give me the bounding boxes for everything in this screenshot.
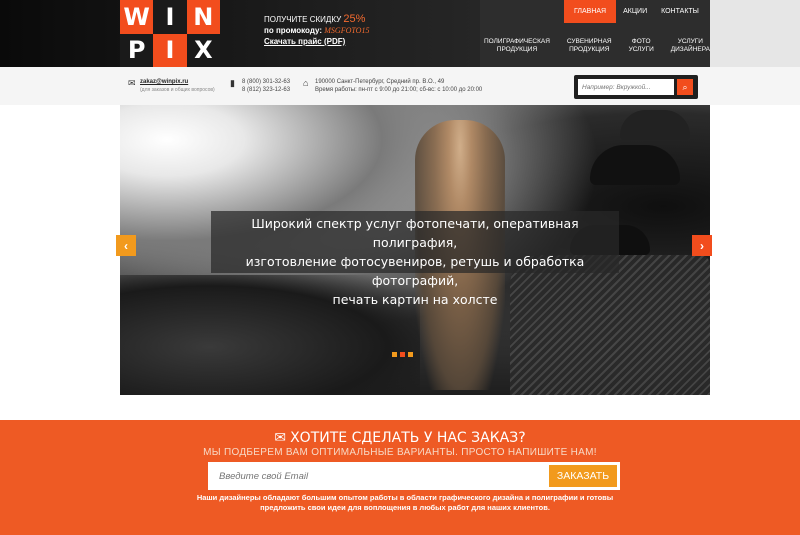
phone-icon: ▮ [230,78,235,88]
search-box: ⌕ [574,75,698,99]
email-note: (для заказов и общих вопросов) [140,86,215,93]
contact-email: ✉ zakaz@winpix.ru (для заказов и общих в… [128,79,215,94]
nav-souvenirs[interactable]: СУВЕНИРНАЯ ПРОДУКЦИЯ [567,38,612,54]
phone-2[interactable]: 8 (812) 323-12-63 [242,87,290,95]
search-button[interactable]: ⌕ [677,79,693,95]
nav-label: УСЛУГИ [628,46,654,53]
promo-code-line: по промокоду: MSGFOTO15 [264,25,369,36]
chevron-right-icon: › [700,238,704,253]
nav-photo-services[interactable]: ФОТО УСЛУГИ [629,38,654,54]
slider-prev-button[interactable]: ‹ [116,235,136,256]
logo-letter: P [120,33,154,67]
logo-letter: I [153,0,187,34]
nav-label: СУВЕНИРНАЯ [566,38,612,45]
promo-percent: 25% [343,13,366,25]
nav-label: ДИЗАЙНЕРА [670,46,710,53]
order-note-line: Наши дизайнеры обладают большим опытом р… [196,493,614,502]
phone-1[interactable]: 8 (800) 301-32-63 [242,79,290,87]
services-nav: ПОЛИГРАФИЧЕСКАЯ ПРОДУКЦИЯ СУВЕНИРНАЯ ПРО… [484,38,710,54]
location-icon: ⌂ [303,78,309,88]
price-download-link[interactable]: Скачать прайс (PDF) [264,36,369,47]
promo-text: ПОЛУЧИТЕ СКИДКУ [264,15,342,24]
nav-contacts[interactable]: КОНТАКТЫ [654,0,706,23]
nav-label: ПОЛИГРАФИЧЕСКАЯ [484,38,550,45]
order-form: ЗАКАЗАТЬ [208,462,620,490]
slider-dot[interactable] [408,352,413,357]
logo-letter: X [186,33,220,67]
slider-dots [392,352,413,357]
top-nav: ГЛАВНАЯ АКЦИИ КОНТАКТЫ [564,0,706,23]
order-subtitle: МЫ ПОДБЕРЕМ ВАМ ОПТИМАЛЬНЫЕ ВАРИАНТЫ. ПР… [203,447,597,458]
contact-address: ⌂ 190000 Санкт-Петербург, Средний пр. В.… [303,79,483,94]
nav-label: ФОТО [631,38,651,45]
nav-polygraphy[interactable]: ПОЛИГРАФИЧЕСКАЯ ПРОДУКЦИЯ [484,38,550,54]
chevron-left-icon: ‹ [124,238,128,253]
slider-dot[interactable] [392,352,397,357]
nav-design-services[interactable]: УСЛУГИ ДИЗАЙНЕРА [671,38,710,54]
logo-letter: W [120,0,154,34]
order-submit-button[interactable]: ЗАКАЗАТЬ [549,465,617,487]
address-text: 190000 Санкт-Петербург, Средний пр. В.О.… [315,79,445,85]
envelope-icon: ✉ [128,78,136,88]
nav-label: ПРОДУКЦИЯ [569,46,610,53]
header-left-bg [0,0,480,67]
hero-image-hat [590,145,680,185]
caption-line: печать картин на холсте [332,292,498,307]
order-title: ✉ ХОТИТЕ СДЕЛАТЬ У НАС ЗАКАЗ? [0,430,800,446]
logo-letter: N [186,0,220,34]
header-right-strip [710,0,800,67]
slider-next-button[interactable]: › [692,235,712,256]
search-icon: ⌕ [682,81,688,92]
promo-code: MSGFOTO15 [324,26,370,35]
nav-label: ПРОДУКЦИЯ [496,46,538,53]
caption-line: Широкий спектр услуг фотопечати, операти… [251,216,579,250]
hero-image-hat [620,110,690,140]
logo[interactable]: W I N P I X [120,0,220,67]
order-note: Наши дизайнеры обладают большим опытом р… [180,493,630,513]
search-input[interactable] [578,79,674,95]
order-note-line: предложить свои идеи для воплощения в лю… [260,503,550,512]
logo-letter: I [153,33,187,67]
promo-code-label: по промокоду: [264,26,323,35]
contact-phones: ▮ 8 (800) 301-32-63 8 (812) 323-12-63 [230,79,290,95]
hours-text: Время работы: пн-пт с 9:00 до 21:00; сб-… [315,86,483,93]
email-link[interactable]: zakaz@winpix.ru [140,79,215,87]
email-field[interactable] [211,465,549,487]
order-title-text: ХОТИТЕ СДЕЛАТЬ У НАС ЗАКАЗ? [290,430,526,446]
slider-dot-active[interactable] [400,352,405,357]
promo-discount-line: ПОЛУЧИТЕ СКИДКУ 25% [264,14,369,25]
site-header: W I N P I X ПОЛУЧИТЕ СКИДКУ 25% по промо… [0,0,800,67]
hero-caption: Широкий спектр услуг фотопечати, операти… [211,211,619,307]
nav-label: УСЛУГИ [677,38,703,45]
promo-block: ПОЛУЧИТЕ СКИДКУ 25% по промокоду: MSGFOT… [264,14,369,47]
nav-home[interactable]: ГЛАВНАЯ [564,0,617,23]
nav-promotions[interactable]: АКЦИИ [616,0,654,23]
envelope-icon: ✉ [274,430,287,446]
caption-line: изготовление фотосувениров, ретушь и обр… [245,254,585,288]
